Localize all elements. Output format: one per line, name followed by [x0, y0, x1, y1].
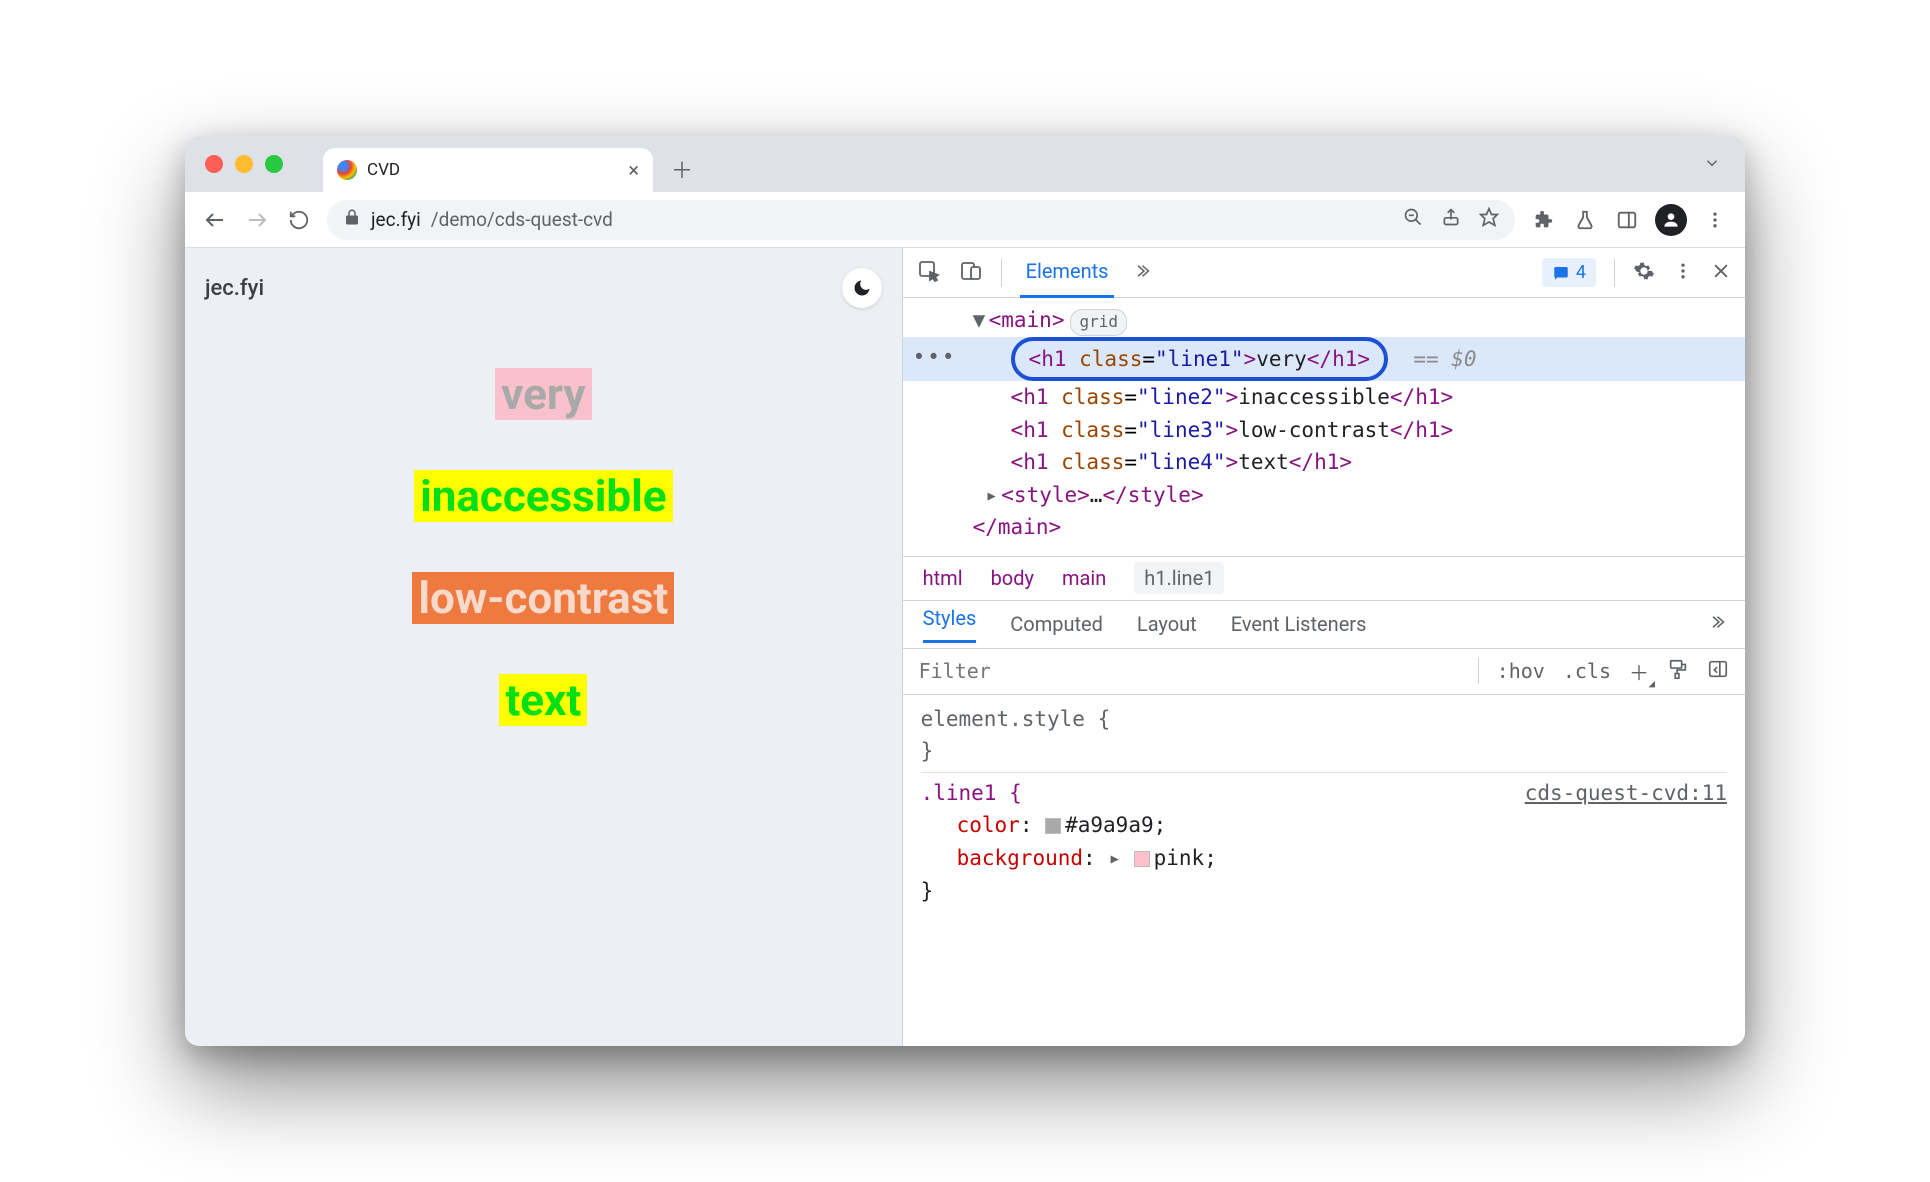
tab-title: CVD	[367, 160, 400, 180]
demo-line2: inaccessible	[414, 470, 672, 522]
content-area: jec.fyi very inaccessible low-contrast t…	[185, 248, 1745, 1046]
demo-content: very inaccessible low-contrast text	[205, 368, 882, 726]
tab-layout[interactable]: Layout	[1137, 612, 1197, 636]
dom-tree[interactable]: ▼<main>grid ••• <h1 class="line1">very</…	[903, 298, 1745, 557]
forward-button[interactable]	[243, 206, 271, 234]
browser-tab[interactable]: CVD ×	[323, 148, 653, 192]
crumb-main[interactable]: main	[1062, 566, 1106, 590]
styles-rules[interactable]: element.style { } .line1 { cds-quest-cvd…	[903, 695, 1745, 1046]
dom-node-main-close[interactable]: </main>	[903, 511, 1745, 544]
address-bar[interactable]: jec.fyi/demo/cds-quest-cvd	[327, 200, 1515, 240]
window-controls	[205, 155, 283, 173]
new-tab-button[interactable]: ＋	[665, 152, 699, 186]
styles-panel-tabs: Styles Computed Layout Event Listeners	[903, 601, 1745, 649]
issues-button[interactable]: 4	[1542, 258, 1596, 287]
maximize-window-button[interactable]	[265, 155, 283, 173]
demo-line3: low-contrast	[412, 572, 674, 624]
share-icon[interactable]	[1441, 207, 1461, 232]
styles-filter-input[interactable]	[919, 659, 1460, 683]
rule-selector: .line1 {	[921, 777, 1022, 810]
demo-line4: text	[499, 674, 587, 726]
dom-node-main[interactable]: ▼<main>grid	[903, 304, 1745, 337]
crumb-html[interactable]: html	[923, 566, 963, 590]
styles-tabs-more-icon[interactable]	[1707, 612, 1725, 636]
styles-filter-bar: :hov .cls ＋◢	[903, 649, 1745, 695]
browser-toolbar: jec.fyi/demo/cds-quest-cvd	[185, 192, 1745, 248]
zoom-icon[interactable]	[1403, 207, 1423, 232]
devtools-tabbar: Elements 4	[903, 248, 1745, 298]
reload-button[interactable]	[285, 206, 313, 234]
profile-avatar[interactable]	[1655, 204, 1687, 236]
settings-icon[interactable]	[1633, 260, 1655, 286]
dom-node-style[interactable]: ▸<style>…</style>	[903, 479, 1745, 512]
issues-count: 4	[1576, 262, 1586, 283]
extensions-icon[interactable]	[1529, 206, 1557, 234]
background-swatch[interactable]	[1134, 851, 1150, 867]
tabs-more-icon[interactable]	[1132, 262, 1150, 284]
dom-node-h1-line4[interactable]: <h1 class="line4">text</h1>	[903, 446, 1745, 479]
tab-elements[interactable]: Elements	[1020, 247, 1115, 298]
element-style-rule[interactable]: element.style { }	[921, 703, 1727, 768]
line1-rule[interactable]: .line1 { cds-quest-cvd:11 color: #a9a9a9…	[921, 772, 1727, 907]
tab-computed[interactable]: Computed	[1010, 612, 1103, 636]
bookmark-icon[interactable]	[1479, 207, 1499, 232]
hov-toggle[interactable]: :hov	[1497, 659, 1545, 683]
inspect-icon[interactable]	[917, 259, 941, 287]
color-swatch[interactable]	[1045, 818, 1061, 834]
close-tab-button[interactable]: ×	[628, 158, 639, 182]
theme-toggle-button[interactable]	[842, 268, 882, 308]
url-host: jec.fyi	[371, 208, 421, 231]
paint-icon[interactable]	[1667, 658, 1689, 685]
moon-icon	[852, 278, 872, 298]
favicon-icon	[337, 160, 357, 180]
browser-window: CVD × ＋ jec.fyi/demo/cds-quest-cvd	[185, 136, 1745, 1046]
close-devtools-button[interactable]	[1711, 261, 1731, 285]
new-style-rule-button[interactable]: ＋◢	[1629, 657, 1649, 686]
dom-node-h1-line1[interactable]: ••• <h1 class="line1">very</h1> == $0	[903, 337, 1745, 382]
url-path: /demo/cds-quest-cvd	[431, 208, 613, 231]
rendered-page: jec.fyi very inaccessible low-contrast t…	[185, 248, 903, 1046]
close-window-button[interactable]	[205, 155, 223, 173]
tab-strip: CVD × ＋	[185, 136, 1745, 192]
crumb-body[interactable]: body	[991, 566, 1034, 590]
lock-icon	[343, 208, 361, 231]
computed-toggle-icon[interactable]	[1707, 658, 1729, 685]
back-button[interactable]	[201, 206, 229, 234]
rule-source-link[interactable]: cds-quest-cvd:11	[1525, 777, 1727, 810]
devtools-panel: Elements 4 ▼<main>grid ••• <h1 class="li…	[903, 248, 1745, 1046]
tab-event-listeners[interactable]: Event Listeners	[1231, 612, 1367, 636]
dom-node-h1-line2[interactable]: <h1 class="line2">inaccessible</h1>	[903, 381, 1745, 414]
device-toggle-icon[interactable]	[959, 259, 983, 287]
dom-breadcrumbs: html body main h1.line1	[903, 557, 1745, 601]
tab-styles[interactable]: Styles	[923, 606, 977, 643]
tabs-overflow-button[interactable]	[1703, 154, 1721, 177]
devtools-menu-icon[interactable]	[1673, 261, 1693, 285]
more-actions-icon[interactable]: •••	[913, 341, 957, 374]
sidepanel-icon[interactable]	[1613, 206, 1641, 234]
browser-menu-button[interactable]	[1701, 206, 1729, 234]
crumb-h1-line1[interactable]: h1.line1	[1134, 562, 1224, 594]
site-name: jec.fyi	[205, 276, 264, 301]
labs-icon[interactable]	[1571, 206, 1599, 234]
issues-icon	[1552, 264, 1570, 282]
omnibox-actions	[1403, 207, 1499, 232]
dom-node-h1-line3[interactable]: <h1 class="line3">low-contrast</h1>	[903, 414, 1745, 447]
demo-line1: very	[495, 368, 591, 420]
grid-badge[interactable]: grid	[1070, 309, 1127, 336]
minimize-window-button[interactable]	[235, 155, 253, 173]
cls-toggle[interactable]: .cls	[1563, 659, 1611, 683]
